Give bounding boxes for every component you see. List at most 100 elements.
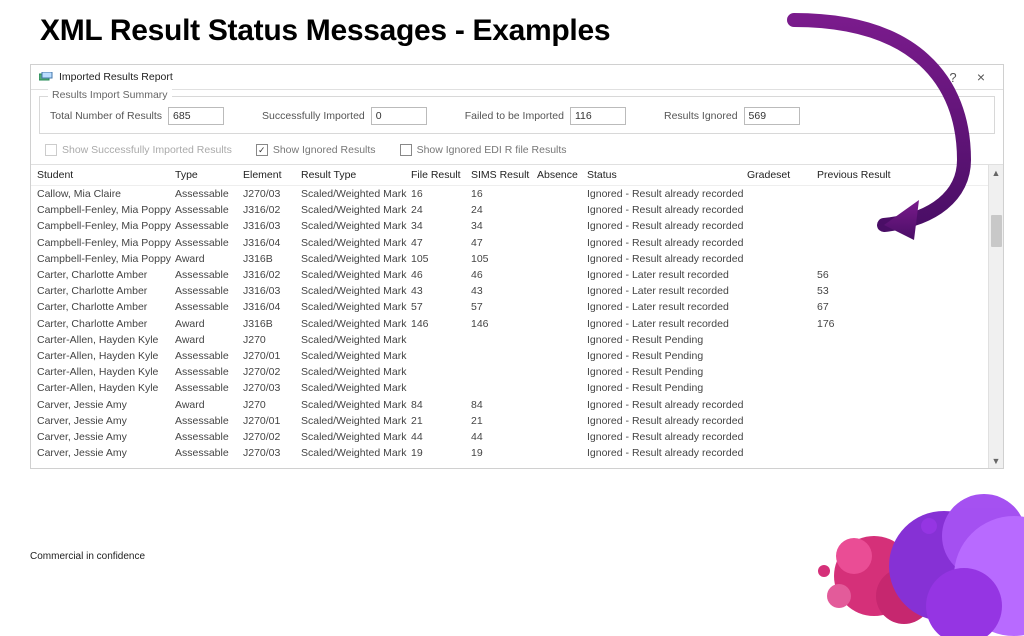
- show-ignored-checkbox[interactable]: Show Ignored Results: [256, 144, 376, 156]
- table-row[interactable]: Carter, Charlotte AmberAssessableJ316/04…: [31, 299, 988, 315]
- table-row[interactable]: Carter-Allen, Hayden KyleAssessableJ270/…: [31, 380, 988, 396]
- cell-element: J270/02: [243, 366, 301, 378]
- cell-rtype: Scaled/Weighted Mark: [301, 334, 411, 346]
- cell-type: Assessable: [175, 285, 243, 297]
- checkbox-icon: [256, 144, 268, 156]
- cell-sims: 105: [471, 253, 537, 265]
- cell-sims: 43: [471, 285, 537, 297]
- cell-type: Award: [175, 334, 243, 346]
- cell-student: Carver, Jessie Amy: [37, 447, 175, 459]
- window-titlebar: Imported Results Report ? ×: [31, 65, 1003, 90]
- cell-status: Ignored - Result already recorded: [587, 188, 747, 200]
- cell-rtype: Scaled/Weighted Mark: [301, 447, 411, 459]
- table-row[interactable]: Carter, Charlotte AmberAssessableJ316/02…: [31, 267, 988, 283]
- cell-status: Ignored - Result already recorded: [587, 415, 747, 427]
- cell-rtype: Scaled/Weighted Mark: [301, 415, 411, 427]
- results-ignored-value[interactable]: [744, 107, 800, 125]
- table-row[interactable]: Carter, Charlotte AmberAssessableJ316/03…: [31, 283, 988, 299]
- scroll-down-arrow-icon[interactable]: ▼: [989, 453, 1003, 468]
- cell-type: Assessable: [175, 350, 243, 362]
- cell-element: J316/03: [243, 285, 301, 297]
- table-row[interactable]: Carver, Jessie AmyAssessableJ270/03Scale…: [31, 445, 988, 461]
- cell-file: 34: [411, 220, 471, 232]
- cell-sims: 19: [471, 447, 537, 459]
- table-row[interactable]: Callow, Mia ClaireAssessableJ270/03Scale…: [31, 186, 988, 202]
- cell-element: J270: [243, 399, 301, 411]
- checkbox-icon: [400, 144, 412, 156]
- cell-prev: 53: [817, 285, 897, 297]
- cell-rtype: Scaled/Weighted Mark: [301, 188, 411, 200]
- cell-sims: 146: [471, 318, 537, 330]
- total-results-value[interactable]: [168, 107, 224, 125]
- table-row[interactable]: Campbell-Fenley, Mia PoppyAwardJ316BScal…: [31, 251, 988, 267]
- cell-status: Ignored - Result already recorded: [587, 220, 747, 232]
- col-previous-result[interactable]: Previous Result: [817, 169, 897, 181]
- cell-type: Award: [175, 399, 243, 411]
- cell-element: J316/03: [243, 220, 301, 232]
- cell-student: Campbell-Fenley, Mia Poppy: [37, 237, 175, 249]
- footer-confidential: Commercial in confidence: [30, 551, 145, 562]
- cell-element: J316B: [243, 253, 301, 265]
- col-gradeset[interactable]: Gradeset: [747, 169, 817, 181]
- cell-status: Ignored - Later result recorded: [587, 301, 747, 313]
- table-row[interactable]: Campbell-Fenley, Mia PoppyAssessableJ316…: [31, 218, 988, 234]
- successfully-imported-value[interactable]: [371, 107, 427, 125]
- scroll-thumb[interactable]: [991, 215, 1002, 247]
- col-element[interactable]: Element: [243, 169, 301, 181]
- cell-student: Carter, Charlotte Amber: [37, 285, 175, 297]
- cell-student: Carver, Jessie Amy: [37, 399, 175, 411]
- cell-file: 16: [411, 188, 471, 200]
- cell-prev: 67: [817, 301, 897, 313]
- table-row[interactable]: Carter-Allen, Hayden KyleAssessableJ270/…: [31, 364, 988, 380]
- show-success-checkbox[interactable]: Show Successfully Imported Results: [45, 144, 232, 156]
- table-row[interactable]: Carter-Allen, Hayden KyleAwardJ270Scaled…: [31, 332, 988, 348]
- cell-student: Carter, Charlotte Amber: [37, 318, 175, 330]
- cell-rtype: Scaled/Weighted Mark: [301, 318, 411, 330]
- results-grid: Student Type Element Result Type File Re…: [31, 165, 988, 468]
- col-absence[interactable]: Absence: [537, 169, 587, 181]
- table-row[interactable]: Carver, Jessie AmyAwardJ270Scaled/Weight…: [31, 396, 988, 412]
- cell-file: 105: [411, 253, 471, 265]
- cell-type: Assessable: [175, 204, 243, 216]
- table-row[interactable]: Carter, Charlotte AmberAwardJ316BScaled/…: [31, 316, 988, 332]
- help-button[interactable]: ?: [939, 70, 967, 85]
- cell-status: Ignored - Later result recorded: [587, 269, 747, 281]
- col-sims-result[interactable]: SIMS Result: [471, 169, 537, 181]
- col-status[interactable]: Status: [587, 169, 747, 181]
- table-row[interactable]: Carver, Jessie AmyAssessableJ270/01Scale…: [31, 413, 988, 429]
- cell-type: Assessable: [175, 237, 243, 249]
- cell-status: Ignored - Result already recorded: [587, 204, 747, 216]
- total-results-field: Total Number of Results: [50, 107, 224, 125]
- cell-element: J316/02: [243, 269, 301, 281]
- close-button[interactable]: ×: [967, 69, 995, 85]
- table-row[interactable]: Carter-Allen, Hayden KyleAssessableJ270/…: [31, 348, 988, 364]
- page-title: XML Result Status Messages - Examples: [0, 0, 1024, 56]
- table-row[interactable]: Campbell-Fenley, Mia PoppyAssessableJ316…: [31, 202, 988, 218]
- cell-student: Campbell-Fenley, Mia Poppy: [37, 220, 175, 232]
- col-result-type[interactable]: Result Type: [301, 169, 411, 181]
- cell-rtype: Scaled/Weighted Mark: [301, 269, 411, 281]
- results-import-summary-group: Results Import Summary Total Number of R…: [39, 96, 995, 134]
- table-row[interactable]: Carver, Jessie AmyAssessableJ270/02Scale…: [31, 429, 988, 445]
- table-row[interactable]: Campbell-Fenley, Mia PoppyAssessableJ316…: [31, 235, 988, 251]
- scroll-up-arrow-icon[interactable]: ▲: [989, 165, 1003, 180]
- filter-row: Show Successfully Imported Results Show …: [31, 138, 1003, 164]
- cell-type: Assessable: [175, 415, 243, 427]
- cell-file: 24: [411, 204, 471, 216]
- vertical-scrollbar[interactable]: ▲ ▼: [988, 165, 1003, 468]
- cell-student: Carter-Allen, Hayden Kyle: [37, 366, 175, 378]
- cell-student: Carter, Charlotte Amber: [37, 269, 175, 281]
- cell-file: 57: [411, 301, 471, 313]
- col-type[interactable]: Type: [175, 169, 243, 181]
- col-student[interactable]: Student: [37, 169, 175, 181]
- cell-rtype: Scaled/Weighted Mark: [301, 399, 411, 411]
- cell-element: J270/01: [243, 350, 301, 362]
- failed-imported-value[interactable]: [570, 107, 626, 125]
- cell-sims: 46: [471, 269, 537, 281]
- cell-sims: 21: [471, 415, 537, 427]
- cell-rtype: Scaled/Weighted Mark: [301, 220, 411, 232]
- cell-sims: 16: [471, 188, 537, 200]
- col-file-result[interactable]: File Result: [411, 169, 471, 181]
- show-ignored-edi-checkbox[interactable]: Show Ignored EDI R file Results: [400, 144, 567, 156]
- cell-student: Carter-Allen, Hayden Kyle: [37, 334, 175, 346]
